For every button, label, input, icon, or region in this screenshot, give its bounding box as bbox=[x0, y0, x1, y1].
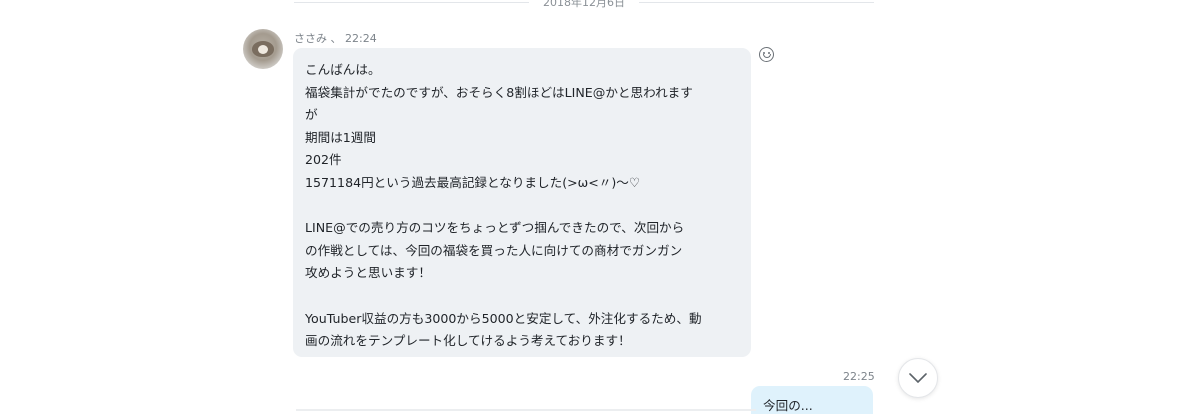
date-divider: 2018年12月6日 bbox=[294, 0, 874, 10]
add-reaction-smiley-icon[interactable] bbox=[759, 47, 774, 62]
message-line: こんばんは。 bbox=[305, 62, 381, 77]
chat-window: 2018年12月6日 ささみ 、 22:24 こんばんは。 福袋集計がでたのです… bbox=[0, 0, 1200, 414]
outgoing-message-bubble[interactable]: 今回の... bbox=[751, 386, 873, 414]
message-line: 1571184円という過去最高記録となりました(>ω<〃)〜♡ bbox=[305, 174, 641, 190]
date-divider-label: 2018年12月6日 bbox=[543, 0, 625, 9]
incoming-message-bubble[interactable]: こんばんは。 福袋集計がでたのですが、おそらく8割ほどはLINE@かと思われます… bbox=[293, 48, 751, 357]
message-line: 期間は1週間 bbox=[305, 129, 376, 145]
message-line: が bbox=[305, 107, 318, 123]
message-time: 22:24 bbox=[345, 32, 377, 45]
message-meta: ささみ 、 22:24 bbox=[294, 30, 377, 46]
message-line: YouTuber収益の方も3000から5000と安定して、外注化するため、動 bbox=[305, 310, 702, 326]
message-line: LINE@での売り方のコツをちょっとずつ掴んできたので、次回から bbox=[305, 220, 685, 236]
sender-avatar[interactable] bbox=[243, 29, 283, 69]
sender-name[interactable]: ささみ bbox=[294, 32, 327, 45]
scroll-to-bottom-button[interactable] bbox=[898, 358, 938, 398]
message-line: 攻めようと思います！ bbox=[305, 265, 431, 281]
avatar-pet-face bbox=[258, 45, 268, 54]
message-line: 202件 bbox=[305, 152, 342, 168]
divider-line-left bbox=[294, 1, 529, 3]
divider-line-right bbox=[639, 1, 874, 3]
outgoing-message-text: 今回の... bbox=[763, 398, 813, 413]
chevron-down-icon bbox=[909, 373, 927, 383]
outgoing-message-time: 22:25 bbox=[843, 370, 875, 383]
smiley-mouth bbox=[763, 54, 771, 58]
message-line: の作戦としては、今回の福袋を買った人に向けての商材でガンガン bbox=[305, 242, 683, 258]
message-line: 画の流れをテンプレート化してけるよう考えております！ bbox=[305, 333, 631, 349]
meta-separator: 、 bbox=[330, 32, 342, 45]
message-line: 福袋集計がでたのですが、おそらく8割ほどはLINE@かと思われます bbox=[305, 84, 693, 100]
composer-top-border bbox=[296, 409, 756, 411]
